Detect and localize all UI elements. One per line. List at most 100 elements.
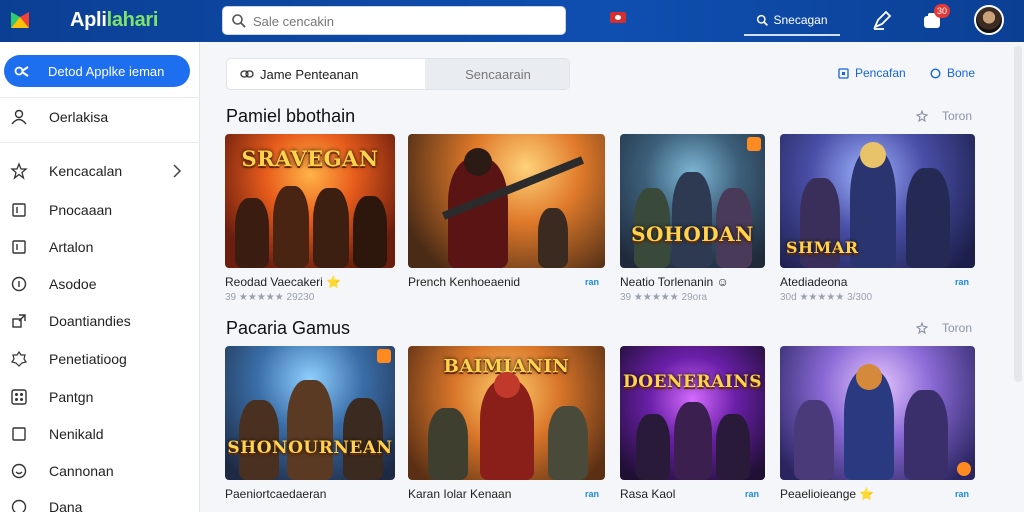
search-button[interactable]: Snecagan	[744, 6, 840, 36]
game-title: Karan Iolar Kenaan	[408, 487, 512, 501]
game-thumbnail[interactable]: BAIMIANIN	[408, 346, 605, 480]
sidebar-item-nenikald[interactable]: Nenikald	[0, 419, 200, 449]
app-logo-icon[interactable]	[8, 8, 32, 32]
game-title: Reodad Vaecakeri ⭐	[225, 275, 342, 289]
square-icon	[838, 67, 849, 79]
circle-icon	[11, 499, 27, 512]
game-card[interactable]: SRAVEGAN Reodad Vaecakeri ⭐ 39 ★★★★★ 292…	[225, 134, 395, 303]
language-flag-icon[interactable]	[610, 12, 626, 23]
search-icon	[232, 14, 246, 28]
top-bar: Aplilahari Snecagan 30	[0, 0, 1024, 42]
square-icon	[12, 203, 26, 217]
sidebar: Detod Applke ieman Oerlakisa Kencacalan …	[0, 42, 200, 512]
game-price: ran	[954, 489, 969, 499]
game-badge-icon	[747, 137, 761, 151]
game-price: ran	[584, 277, 599, 287]
game-art-title: SRAVEGAN	[241, 146, 379, 171]
sidebar-item-oerlakisa[interactable]: Oerlakisa	[0, 102, 200, 132]
settings-icon	[916, 110, 928, 122]
sidebar-item-label: Artalon	[49, 239, 94, 255]
game-badge-icon	[957, 462, 971, 476]
game-art-title: SHMAR	[786, 238, 859, 257]
user-avatar[interactable]	[974, 5, 1004, 35]
sidebar-item-label: Cannonan	[49, 463, 114, 479]
sidebar-item-label: Pantgn	[49, 389, 94, 405]
notification-badge: 30	[934, 4, 951, 18]
smile-icon	[11, 463, 27, 479]
sidebar-item-pnocaaan[interactable]: Pnocaaan	[0, 195, 200, 225]
tab-jame-penteanan[interactable]: Jame Penteanan	[227, 59, 425, 89]
square-icon	[12, 240, 26, 254]
scrollbar[interactable]	[1014, 46, 1022, 382]
sidebar-divider	[0, 142, 200, 143]
game-card[interactable]: DOENERAINS Rasa Kaol ran	[620, 346, 765, 501]
search-box[interactable]	[222, 6, 566, 35]
app-name: Aplilahari	[70, 9, 159, 31]
search-input[interactable]	[253, 11, 553, 31]
badge-icon	[11, 350, 27, 367]
game-title: Paeniortcaedaeran	[225, 487, 327, 501]
sidebar-item-cannonan[interactable]: Cannonan	[0, 456, 200, 486]
sidebar-item-active[interactable]: Detod Applke ieman	[4, 55, 190, 87]
game-badge-icon	[377, 349, 391, 363]
game-rating: 39 ★★★★★ 29230	[225, 292, 315, 303]
tab-label: Jame Penteanan	[260, 66, 359, 82]
tab-label: Sencaarain	[465, 66, 531, 82]
game-card[interactable]: SHONOURNEAN Paeniortcaedaeran	[225, 346, 395, 501]
search-button-label: Snecagan	[773, 13, 828, 27]
user-icon	[11, 109, 27, 125]
star-icon	[10, 162, 28, 180]
settings-icon	[916, 322, 928, 334]
sidebar-item-dana[interactable]: Dana	[0, 492, 200, 512]
chevron-right-icon	[173, 164, 182, 178]
external-icon	[12, 314, 26, 328]
game-thumbnail[interactable]: SOHODAN	[620, 134, 765, 268]
link-pencafan[interactable]: Pencafan	[838, 66, 906, 80]
game-title: Rasa Kaol	[620, 487, 676, 501]
edit-icon[interactable]	[870, 8, 894, 32]
sidebar-item-asodoe[interactable]: Asodoe	[0, 269, 200, 299]
sidebar-item-label: Doantiandies	[49, 313, 131, 329]
section-more-link[interactable]: Toron	[916, 109, 972, 123]
circle-icon	[930, 67, 941, 79]
game-thumbnail[interactable]: SHMAR	[780, 134, 975, 268]
game-thumbnail[interactable]: DOENERAINS	[620, 346, 765, 480]
game-thumbnail[interactable]: SRAVEGAN	[225, 134, 395, 268]
tab-sencaarain[interactable]: Sencaarain	[425, 59, 569, 89]
game-card[interactable]: SHMAR Atediadeona 30d ★★★★★ 3/300 ran	[780, 134, 975, 303]
game-price: ran	[584, 489, 599, 499]
section-more-link[interactable]: Toron	[916, 321, 972, 335]
sidebar-item-doantiandies[interactable]: Doantiandies	[0, 306, 200, 336]
game-card[interactable]: Prench Kenhoeaenid ran	[408, 134, 605, 289]
game-art-title: SHONOURNEAN	[227, 438, 393, 458]
link-icon	[240, 70, 254, 78]
sidebar-item-kencacalan[interactable]: Kencacalan	[0, 156, 200, 186]
square-icon	[12, 427, 26, 441]
game-art-title: SOHODAN	[631, 222, 754, 246]
link-label: Pencafan	[855, 66, 906, 80]
game-title: Neatio Torlenanin ☺	[620, 275, 729, 289]
game-thumbnail[interactable]: SHONOURNEAN	[225, 346, 395, 480]
game-card[interactable]: Peaelioieange ⭐ ran	[780, 346, 975, 501]
section-title: Pacaria Gamus	[226, 318, 351, 338]
game-thumbnail[interactable]	[408, 134, 605, 268]
game-card[interactable]: SOHODAN Neatio Torlenanin ☺ 39 ★★★★★ 29o…	[620, 134, 765, 303]
sidebar-item-label: Nenikald	[49, 426, 104, 442]
sidebar-item-pantgn[interactable]: Pantgn	[0, 382, 200, 412]
game-title: Atediadeona	[780, 275, 848, 289]
info-icon	[11, 276, 27, 292]
sidebar-item-label: Oerlakisa	[49, 109, 109, 125]
sidebar-item-penetiatioog[interactable]: Penetiatioog	[0, 344, 200, 374]
tab-bar: Jame Penteanan Sencaarain	[226, 58, 570, 90]
game-thumbnail[interactable]	[780, 346, 975, 480]
grid-icon	[11, 389, 27, 405]
link-label: Bone	[947, 66, 976, 80]
link-icon	[14, 66, 29, 77]
sidebar-item-label: Penetiatioog	[49, 351, 127, 367]
link-bone[interactable]: Bone	[930, 66, 975, 80]
sidebar-item-label: Kencacalan	[49, 163, 123, 179]
game-card[interactable]: BAIMIANIN Karan Iolar Kenaan ran	[408, 346, 605, 501]
sidebar-item-artalon[interactable]: Artalon	[0, 232, 200, 262]
game-rating: 39 ★★★★★ 29ora	[620, 292, 708, 303]
sidebar-item-label: Detod Applke ieman	[48, 63, 165, 79]
